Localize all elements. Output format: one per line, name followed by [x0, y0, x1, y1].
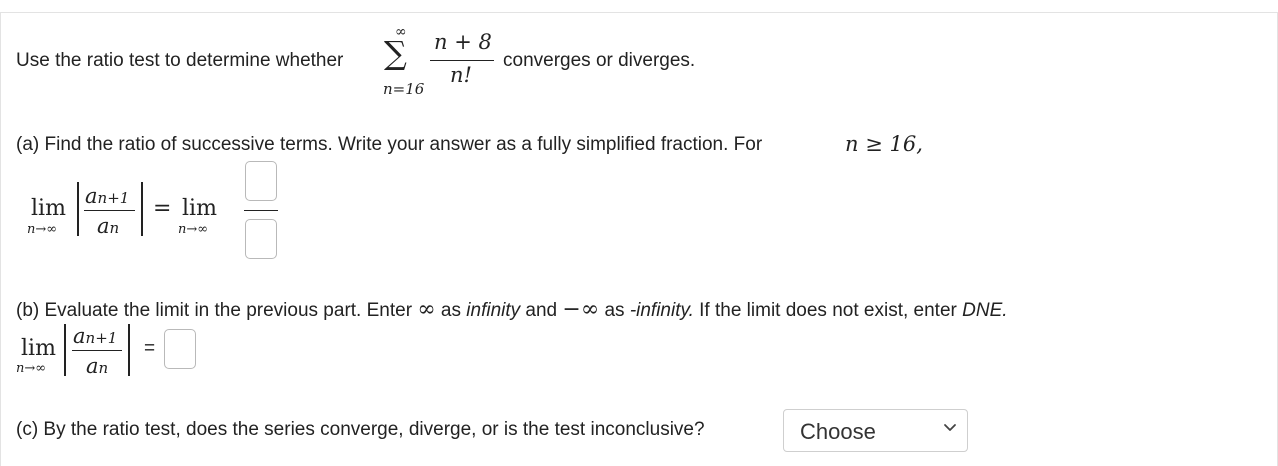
ratio-numerator-base: a: [85, 184, 98, 208]
question-prompt-before: Use the ratio test to determine whether: [16, 50, 344, 71]
abs-right-bar: [141, 182, 143, 236]
infinity-word: infinity: [466, 300, 521, 321]
ratio-numerator-subscript: n+1: [97, 189, 130, 207]
question-prompt-after: converges or diverges.: [503, 50, 696, 71]
ratio-numerator: an+1: [85, 184, 129, 208]
equals-sign-b: =: [144, 338, 156, 359]
ratio-numerator-b-subscript: n+1: [85, 329, 118, 347]
denominator-answer-input[interactable]: [245, 219, 277, 259]
series-fraction-bar: [430, 60, 494, 61]
lim-label: lim: [31, 196, 66, 221]
ratio-denominator: an: [97, 214, 119, 238]
ratio-fraction-bar-b: [72, 350, 122, 351]
panel-left-border: [0, 13, 1, 466]
ratio-fraction-bar: [84, 210, 135, 211]
lim-label-2: lim: [182, 196, 217, 221]
neg-infinity-word: -infinity.: [629, 300, 694, 321]
sigma-icon: ∑: [384, 34, 407, 72]
ratio-numerator-b-base: a: [73, 324, 86, 348]
dne-word: DNE.: [962, 300, 1008, 321]
converge-diverge-select[interactable]: Choose: [783, 409, 968, 452]
answer-fraction-bar: [244, 210, 278, 211]
equals-sign: =: [153, 196, 172, 221]
ratio-numerator-b: an+1: [73, 324, 117, 348]
panel-top-border: [0, 12, 1278, 13]
select-value: Choose: [800, 419, 876, 444]
part-c-question: (c) By the ratio test, does the series c…: [16, 419, 705, 440]
part-b-text-5: If the limit does not exist, enter: [699, 300, 957, 321]
part-a-instruction: (a) Find the ratio of successive terms. …: [16, 134, 763, 155]
lim-label-b: lim: [21, 336, 56, 361]
ratio-denominator-subscript: n: [109, 219, 120, 237]
series-numerator: n + 8: [434, 30, 492, 54]
part-a-condition: n ≥ 16,: [845, 132, 923, 156]
limit-answer-input[interactable]: [164, 329, 196, 369]
numerator-answer-input[interactable]: [245, 161, 277, 201]
part-b-text-2: as: [440, 300, 461, 321]
abs-left-bar-b: [64, 324, 66, 376]
ratio-denominator-b: an: [86, 354, 108, 378]
part-b-text-3: and: [525, 300, 558, 321]
ratio-denominator-b-base: a: [86, 354, 99, 378]
series-lower-limit: n=16: [383, 80, 425, 98]
abs-right-bar-b: [128, 324, 130, 376]
part-b-text-4: as: [604, 300, 625, 321]
part-b-text-1: (b) Evaluate the limit in the previous p…: [16, 300, 413, 321]
lim-subscript: n→∞: [27, 222, 58, 237]
neg-infinity-symbol: −∞: [562, 297, 600, 322]
part-b-instruction: (b) Evaluate the limit in the previous p…: [16, 297, 1008, 322]
infinity-symbol: ∞: [417, 297, 436, 322]
series-denominator: n!: [450, 63, 472, 87]
abs-left-bar: [77, 182, 79, 236]
lim-subscript-b: n→∞: [16, 361, 47, 376]
ratio-denominator-b-subscript: n: [98, 359, 109, 377]
lim-subscript-2: n→∞: [178, 222, 209, 237]
ratio-denominator-base: a: [97, 214, 110, 238]
chevron-down-icon: [944, 424, 956, 431]
